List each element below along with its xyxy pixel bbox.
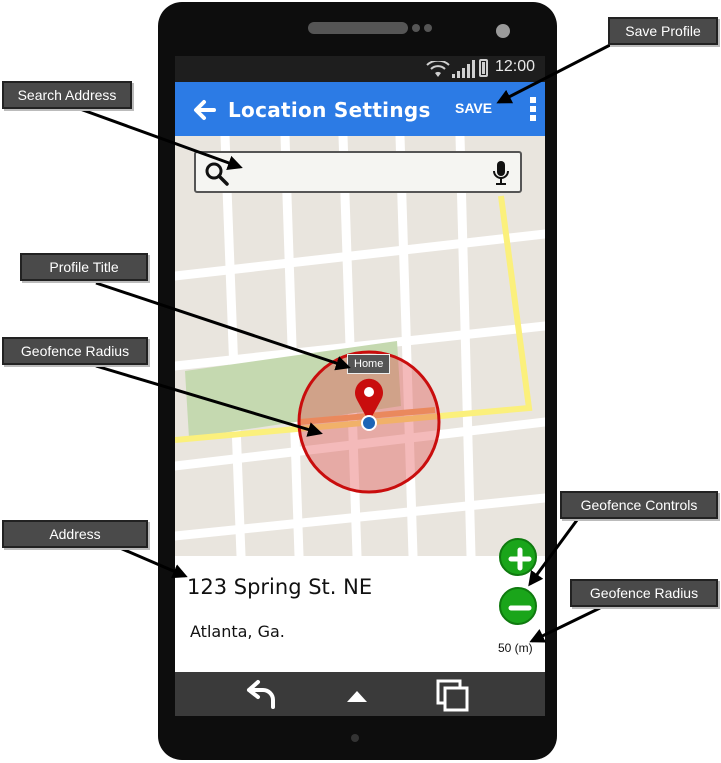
save-button[interactable]: SAVE bbox=[455, 100, 492, 116]
address-line2: Atlanta, Ga. bbox=[190, 622, 285, 641]
profile-title-tag[interactable]: Home bbox=[347, 354, 391, 374]
signal-icon bbox=[452, 60, 475, 78]
search-icon bbox=[205, 162, 229, 186]
plus-icon bbox=[508, 547, 532, 571]
callout-profile-title: Profile Title bbox=[20, 253, 148, 281]
status-time: 12:00 bbox=[495, 58, 536, 75]
callout-search-address: Search Address bbox=[2, 81, 132, 109]
geofence-radius-value: 50 (m) bbox=[498, 641, 533, 655]
phone-home-dot bbox=[351, 734, 359, 742]
page-title: Location Settings bbox=[228, 98, 431, 122]
phone-sensor bbox=[412, 24, 420, 32]
battery-icon bbox=[479, 59, 488, 77]
callout-address: Address bbox=[2, 520, 148, 548]
nav-recents-icon[interactable] bbox=[434, 677, 472, 713]
wifi-icon bbox=[426, 61, 450, 77]
decrease-radius-button[interactable] bbox=[499, 587, 537, 625]
phone-speaker bbox=[308, 22, 408, 34]
more-vertical-icon[interactable] bbox=[529, 97, 537, 123]
arrow-left-icon[interactable] bbox=[190, 95, 220, 125]
mic-icon[interactable] bbox=[492, 160, 510, 186]
increase-radius-button[interactable] bbox=[499, 538, 537, 576]
callout-geofence-radius-value: Geofence Radius bbox=[570, 579, 718, 607]
address-line1: 123 Spring St. NE bbox=[187, 575, 373, 599]
phone-sensor bbox=[424, 24, 432, 32]
minus-icon bbox=[508, 605, 532, 611]
callout-save-profile: Save Profile bbox=[608, 17, 718, 45]
callout-geofence-radius: Geofence Radius bbox=[2, 337, 148, 365]
phone-camera bbox=[496, 24, 510, 38]
map-view[interactable] bbox=[175, 136, 545, 556]
address-panel bbox=[175, 556, 545, 672]
status-bar bbox=[175, 56, 545, 82]
nav-back-icon[interactable] bbox=[243, 677, 279, 711]
current-location-dot bbox=[361, 415, 377, 431]
search-input[interactable] bbox=[236, 156, 490, 190]
callout-geofence-controls: Geofence Controls bbox=[560, 491, 718, 519]
nav-home-icon[interactable] bbox=[345, 688, 369, 704]
